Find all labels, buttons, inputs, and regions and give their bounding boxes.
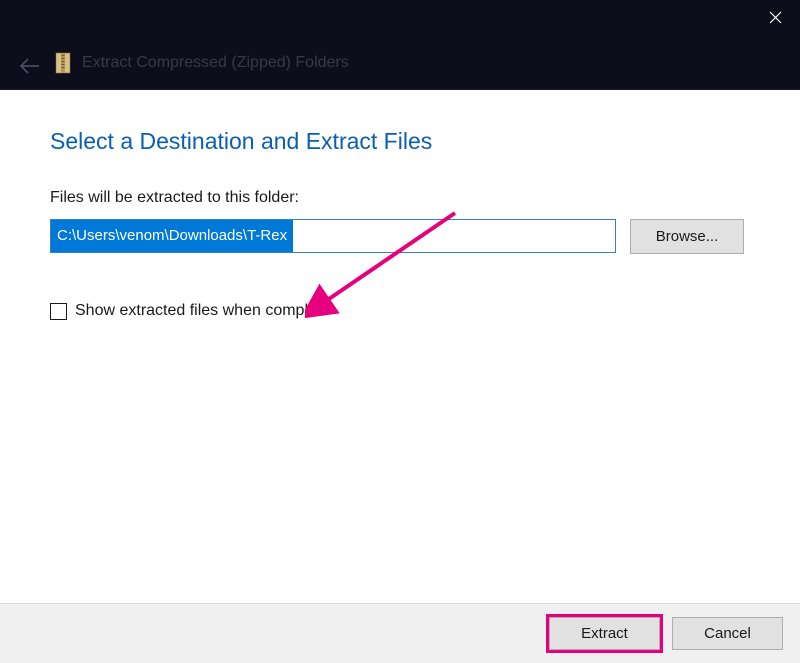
extract-button[interactable]: Extract — [549, 617, 660, 650]
show-files-checkbox-label: Show extracted files when complete — [75, 302, 330, 320]
titlebar: Extract Compressed (Zipped) Folders — [0, 0, 800, 90]
window-title: Extract Compressed (Zipped) Folders — [82, 54, 349, 72]
path-text-selected: C:\Users\venom\Downloads\T-Rex — [51, 220, 293, 252]
destination-path-input[interactable]: C:\Users\venom\Downloads\T-Rex — [50, 219, 616, 253]
close-icon — [769, 11, 782, 24]
dialog-header: Select a Destination and Extract Files — [50, 128, 750, 155]
show-files-checkbox[interactable] — [50, 303, 67, 320]
browse-button[interactable]: Browse... — [630, 219, 744, 254]
dialog-content: Select a Destination and Extract Files F… — [0, 90, 800, 320]
zip-folder-icon — [54, 52, 72, 74]
close-button[interactable] — [765, 10, 785, 30]
dialog-footer: Extract Cancel — [0, 603, 800, 663]
path-label: Files will be extracted to this folder: — [50, 189, 750, 207]
back-button[interactable] — [20, 54, 40, 80]
cancel-button[interactable]: Cancel — [672, 617, 783, 650]
arrow-left-icon — [20, 58, 40, 74]
